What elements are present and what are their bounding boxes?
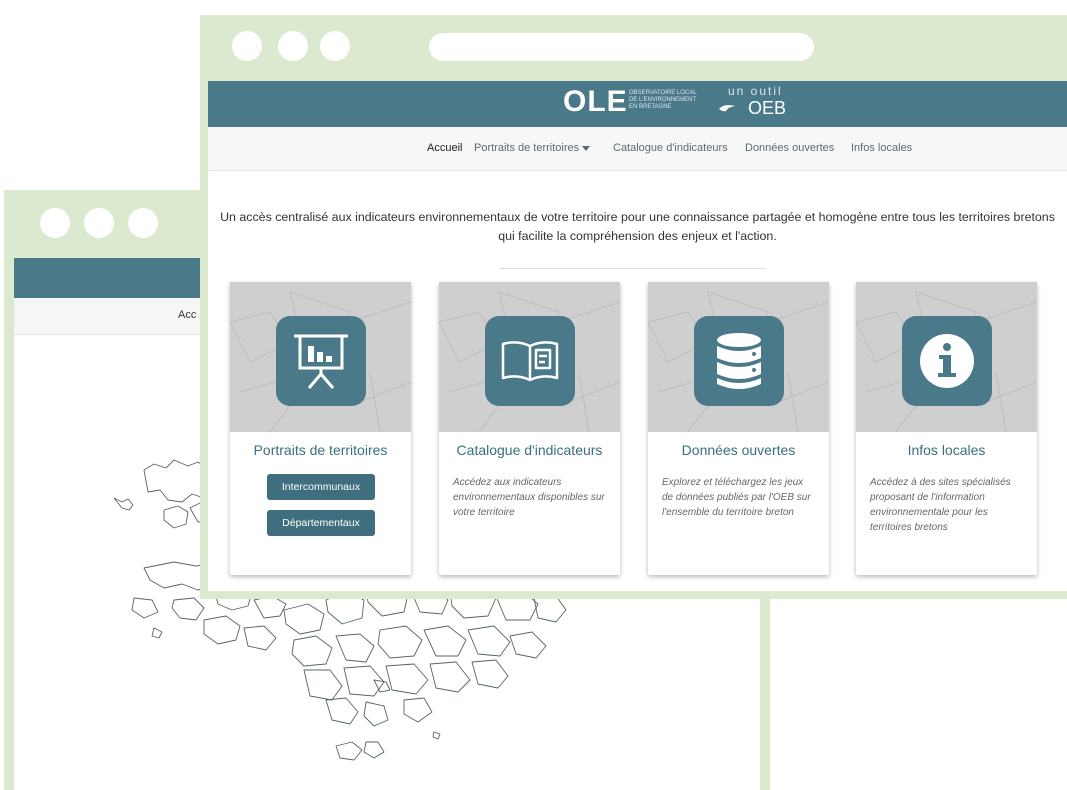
intercommunaux-button[interactable]: Intercommunaux (267, 474, 375, 500)
logo-subtitle-line: EN BRETAGNE (629, 104, 672, 110)
card-infos[interactable]: Infos locales Accédez à des sites spécia… (856, 282, 1037, 575)
card-map-thumbnail (648, 282, 829, 432)
open-book-icon (485, 316, 575, 406)
nav-item-infos[interactable]: Infos locales (851, 142, 912, 154)
logo-subtitle: OBSERVATOIRE LOCAL DE L'ENVIRONNEMENT EN… (629, 90, 697, 111)
card-title[interactable]: Données ouvertes (648, 442, 829, 458)
window-dot-close[interactable] (232, 31, 262, 61)
nav-item-label: Portraits de territoires (474, 142, 580, 154)
card-map-thumbnail (856, 282, 1037, 432)
card-description: Accédez aux indicateurs environnementaux… (453, 477, 605, 518)
address-bar[interactable] (429, 33, 814, 61)
card-donnees[interactable]: Données ouvertes Explorez et téléchargez… (648, 282, 829, 575)
oeb-leaf-icon (719, 105, 735, 112)
intro-text: Un accès centralisé aux indicateurs envi… (220, 210, 1055, 243)
card-catalogue[interactable]: Catalogue d'indicateurs Accédez aux indi… (439, 282, 620, 575)
logo-ole[interactable]: OLE (563, 85, 628, 119)
departementaux-button[interactable]: Départementaux (267, 510, 375, 536)
card-map-thumbnail (439, 282, 620, 432)
nav-item-catalogue[interactable]: Catalogue d'indicateurs (613, 142, 728, 154)
page-content: OLE OBSERVATOIRE LOCAL DE L'ENVIRONNEMEN… (208, 81, 1067, 591)
database-icon (694, 316, 784, 406)
logo-subtitle-line: OBSERVATOIRE LOCAL (629, 90, 697, 96)
main-navbar: Accueil Portraits de territoires Catalog… (208, 127, 1067, 171)
logo-subtitle-line: DE L'ENVIRONNEMENT (629, 97, 697, 103)
divider (500, 268, 766, 269)
logo-tool-text: un outil (728, 84, 783, 98)
logo-oeb[interactable]: OEB (748, 98, 786, 119)
browser-window: OLE OBSERVATOIRE LOCAL DE L'ENVIRONNEMEN… (200, 15, 1067, 599)
nav-item-accueil[interactable]: Accueil (427, 142, 462, 154)
nav-item-donnees[interactable]: Données ouvertes (745, 142, 834, 154)
card-description: Explorez et téléchargez les jeux de donn… (662, 477, 811, 518)
nav-item-portraits[interactable]: Portraits de territoires (474, 142, 591, 154)
card-description: Accédez à des sites spécialisés proposan… (870, 477, 1011, 533)
window-dot-minimize[interactable] (278, 31, 308, 61)
card-map-thumbnail (230, 282, 411, 432)
card-title[interactable]: Infos locales (856, 442, 1037, 458)
caret-down-icon (582, 145, 591, 151)
background-nav-fragment: Acc (178, 309, 197, 321)
window-dot-1 (40, 208, 70, 238)
info-icon (902, 316, 992, 406)
card-portraits[interactable]: Portraits de territoires Intercommunaux … (230, 282, 411, 575)
presentation-chart-icon (276, 316, 366, 406)
card-title[interactable]: Catalogue d'indicateurs (439, 442, 620, 458)
header-banner: OLE OBSERVATOIRE LOCAL DE L'ENVIRONNEMEN… (208, 81, 1067, 127)
window-dot-maximize[interactable] (320, 31, 350, 61)
card-title[interactable]: Portraits de territoires (230, 442, 411, 458)
window-dot-3 (128, 208, 158, 238)
window-dot-2 (84, 208, 114, 238)
